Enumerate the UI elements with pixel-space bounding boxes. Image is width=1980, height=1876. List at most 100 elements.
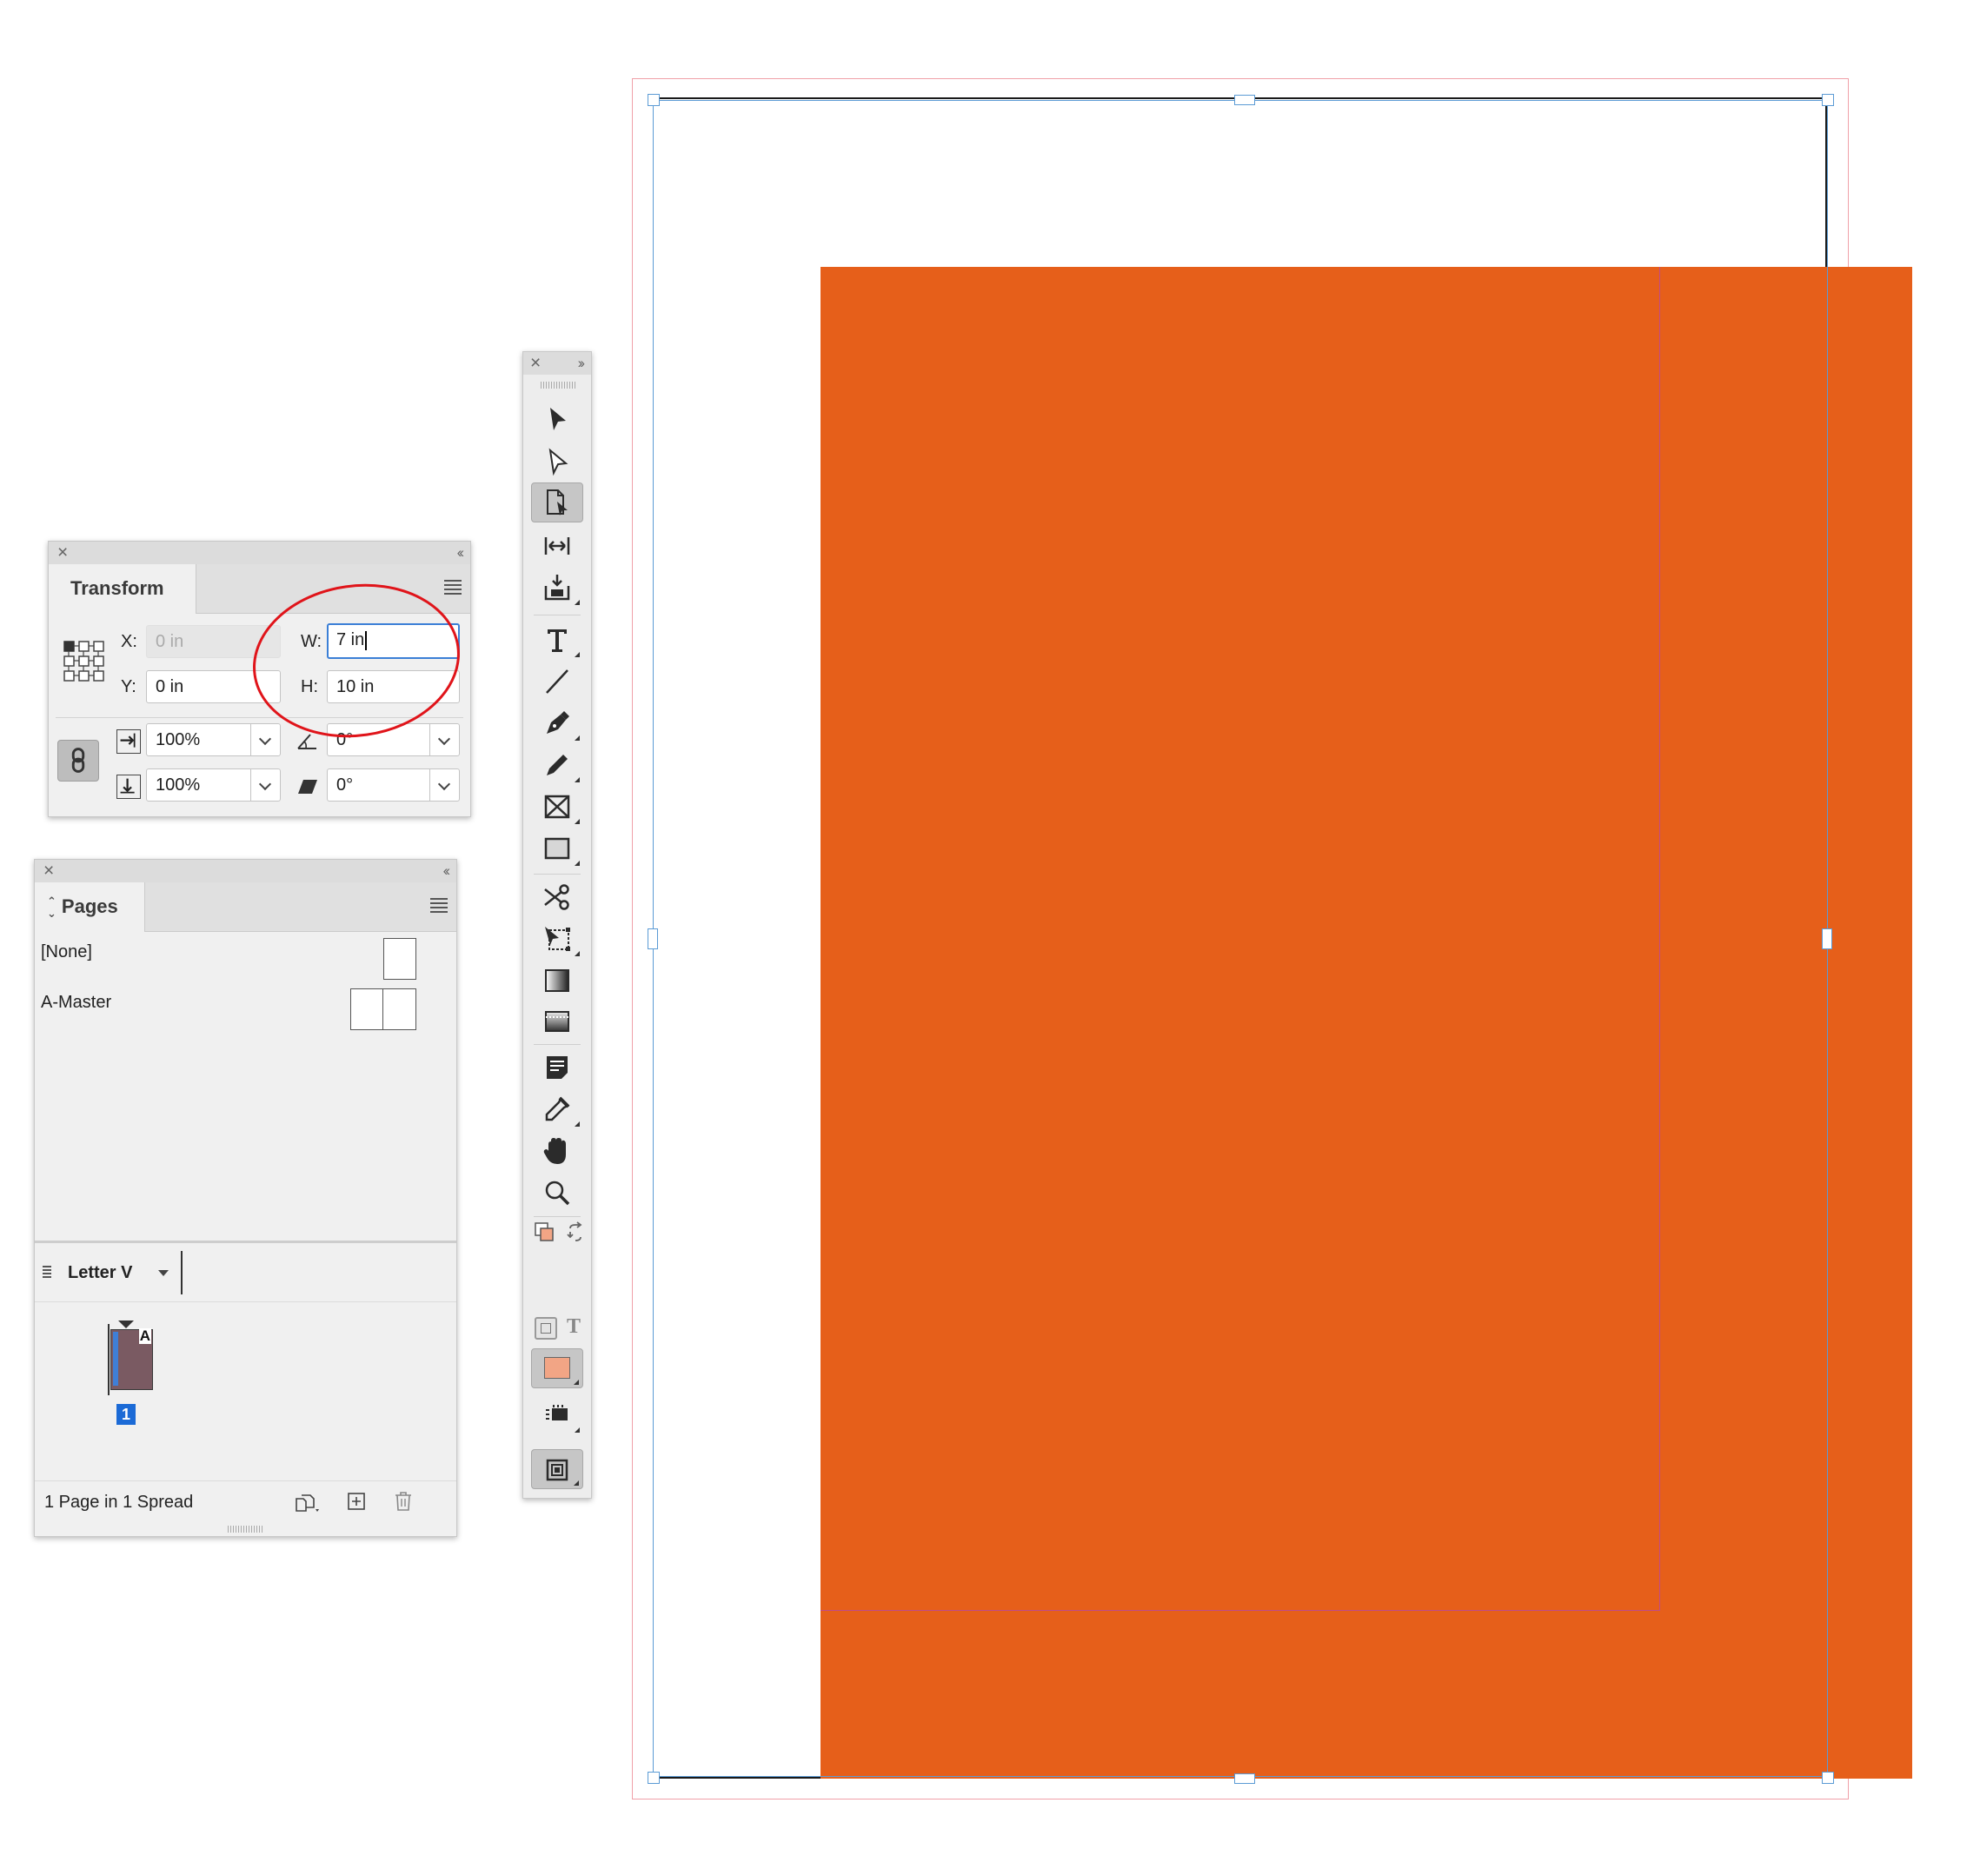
type-tool[interactable] (531, 620, 583, 660)
list-view-icon[interactable] (43, 1266, 51, 1278)
status-bar: 1 Page in 1 Spread (35, 1480, 456, 1525)
handle-bottom-left[interactable] (648, 1772, 660, 1784)
flyout-indicator (575, 735, 580, 741)
tab-transform[interactable]: Transform (49, 564, 196, 614)
content-collector-tool[interactable] (531, 568, 583, 608)
page-size-row: Letter V (35, 1244, 456, 1302)
flyout-indicator (575, 1121, 580, 1127)
page-tool[interactable] (531, 482, 583, 522)
eyedropper-tool[interactable] (531, 1089, 583, 1129)
collapse-icon[interactable]: ‹‹ (443, 861, 451, 881)
fill-swatch[interactable] (531, 1348, 583, 1388)
shear-value: 0° (336, 775, 354, 795)
scale-x-value: 100% (156, 730, 201, 749)
annotation-circle (253, 583, 460, 738)
screen-mode-button[interactable] (531, 1449, 583, 1489)
pencil-tool[interactable] (531, 745, 583, 785)
grip-icon[interactable] (541, 382, 575, 389)
master-item-none[interactable]: [None] (35, 936, 456, 985)
flyout-indicator (575, 1427, 580, 1433)
scale-y-icon (116, 775, 141, 799)
page-number-badge: 1 (116, 1404, 136, 1425)
collapse-icon[interactable]: ‹‹ (457, 542, 465, 563)
default-fill-stroke-icon[interactable] (534, 1221, 555, 1242)
panel-topbar: × ‹‹ (49, 542, 470, 565)
tool-separator (534, 1216, 581, 1217)
new-page-icon[interactable] (347, 1492, 368, 1513)
section-splitter[interactable] (35, 1241, 456, 1243)
direct-selection-tool[interactable] (531, 442, 583, 482)
line-tool[interactable] (531, 662, 583, 702)
panel-menu-icon[interactable] (430, 898, 448, 915)
handle-top-right[interactable] (1822, 94, 1834, 106)
tab-pages[interactable]: ⌃ ⌄ Pages (35, 882, 145, 932)
chevron-down-icon[interactable] (429, 769, 459, 801)
note-tool[interactable] (531, 1048, 583, 1088)
constrain-proportions-button[interactable] (57, 740, 99, 782)
handle-top-left[interactable] (648, 94, 660, 106)
handle-bottom-right[interactable] (1822, 1772, 1834, 1784)
master-item-a-master[interactable]: A-Master (35, 987, 456, 1035)
selection-tool[interactable] (531, 399, 583, 439)
rectangle-tool[interactable] (531, 828, 583, 868)
rectangle-icon (544, 837, 570, 860)
formatting-container-icon[interactable] (535, 1317, 557, 1340)
arrow-icon (550, 408, 566, 430)
flyout-indicator (575, 652, 580, 657)
flyout-indicator (575, 861, 580, 866)
page-1-thumbnail[interactable]: A (108, 1321, 156, 1399)
magnifier-icon (545, 1181, 570, 1206)
handle-top-center[interactable] (1234, 95, 1255, 105)
master-label: [None] (41, 942, 92, 961)
handle-bottom-center[interactable] (1234, 1773, 1255, 1784)
scale-y-combo[interactable]: 100% (146, 768, 281, 802)
formatting-text-icon[interactable]: T (567, 1315, 581, 1339)
scissors-tool[interactable] (531, 877, 583, 917)
rectangle-frame-tool[interactable] (531, 787, 583, 827)
expand-icon[interactable]: ›› (578, 352, 586, 375)
gradient-feather-tool[interactable] (531, 1001, 583, 1041)
selection-frame (653, 100, 1828, 1777)
apply-color-tool[interactable] (531, 1395, 583, 1435)
handle-middle-right[interactable] (1822, 928, 1832, 949)
handle-middle-left[interactable] (648, 928, 658, 949)
flyout-indicator (575, 600, 580, 605)
panel-topbar: × ‹‹ (35, 860, 456, 883)
trash-icon[interactable] (393, 1490, 414, 1513)
pen-tool[interactable] (531, 703, 583, 743)
swap-fill-stroke-icon[interactable] (565, 1221, 586, 1242)
flyout-indicator (574, 1480, 579, 1486)
close-icon[interactable]: × (43, 861, 54, 881)
close-icon[interactable]: × (57, 542, 68, 563)
edit-page-size-icon[interactable] (293, 1492, 322, 1514)
resize-grip-icon[interactable] (228, 1526, 262, 1533)
gradient-feather-icon (545, 1011, 569, 1032)
page-tool-icon (547, 489, 568, 516)
gradient-swatch-tool[interactable] (531, 961, 583, 1001)
content-collector-icon (544, 575, 570, 601)
tools-panel: × ›› T (522, 351, 592, 1499)
hand-tool[interactable] (531, 1131, 583, 1171)
tab-pages-label: Pages (61, 895, 118, 917)
free-transform-tool[interactable] (531, 919, 583, 959)
page-size-dropdown-icon[interactable] (158, 1270, 169, 1276)
gap-icon (544, 537, 570, 555)
document-canvas[interactable] (608, 70, 1947, 1817)
shear-icon (296, 775, 320, 799)
scale-x-icon (116, 729, 141, 754)
page-size-label[interactable]: Letter V (68, 1262, 132, 1283)
master-thumbnail-left (350, 988, 384, 1030)
zoom-tool[interactable] (531, 1173, 583, 1213)
tool-separator (534, 1044, 581, 1045)
master-label: A-Master (41, 993, 112, 1012)
chevron-down-icon[interactable] (250, 769, 280, 801)
current-page-marker-icon (118, 1321, 134, 1328)
shear-combo[interactable]: 0° (327, 768, 460, 802)
divider (181, 1251, 183, 1294)
gap-tool[interactable] (531, 526, 583, 566)
page-thumbnail-fill: A (110, 1328, 153, 1390)
close-icon[interactable]: × (530, 352, 541, 375)
status-text: 1 Page in 1 Spread (44, 1493, 194, 1512)
y-label: Y: (121, 677, 136, 696)
reference-point-icon[interactable] (63, 641, 107, 684)
